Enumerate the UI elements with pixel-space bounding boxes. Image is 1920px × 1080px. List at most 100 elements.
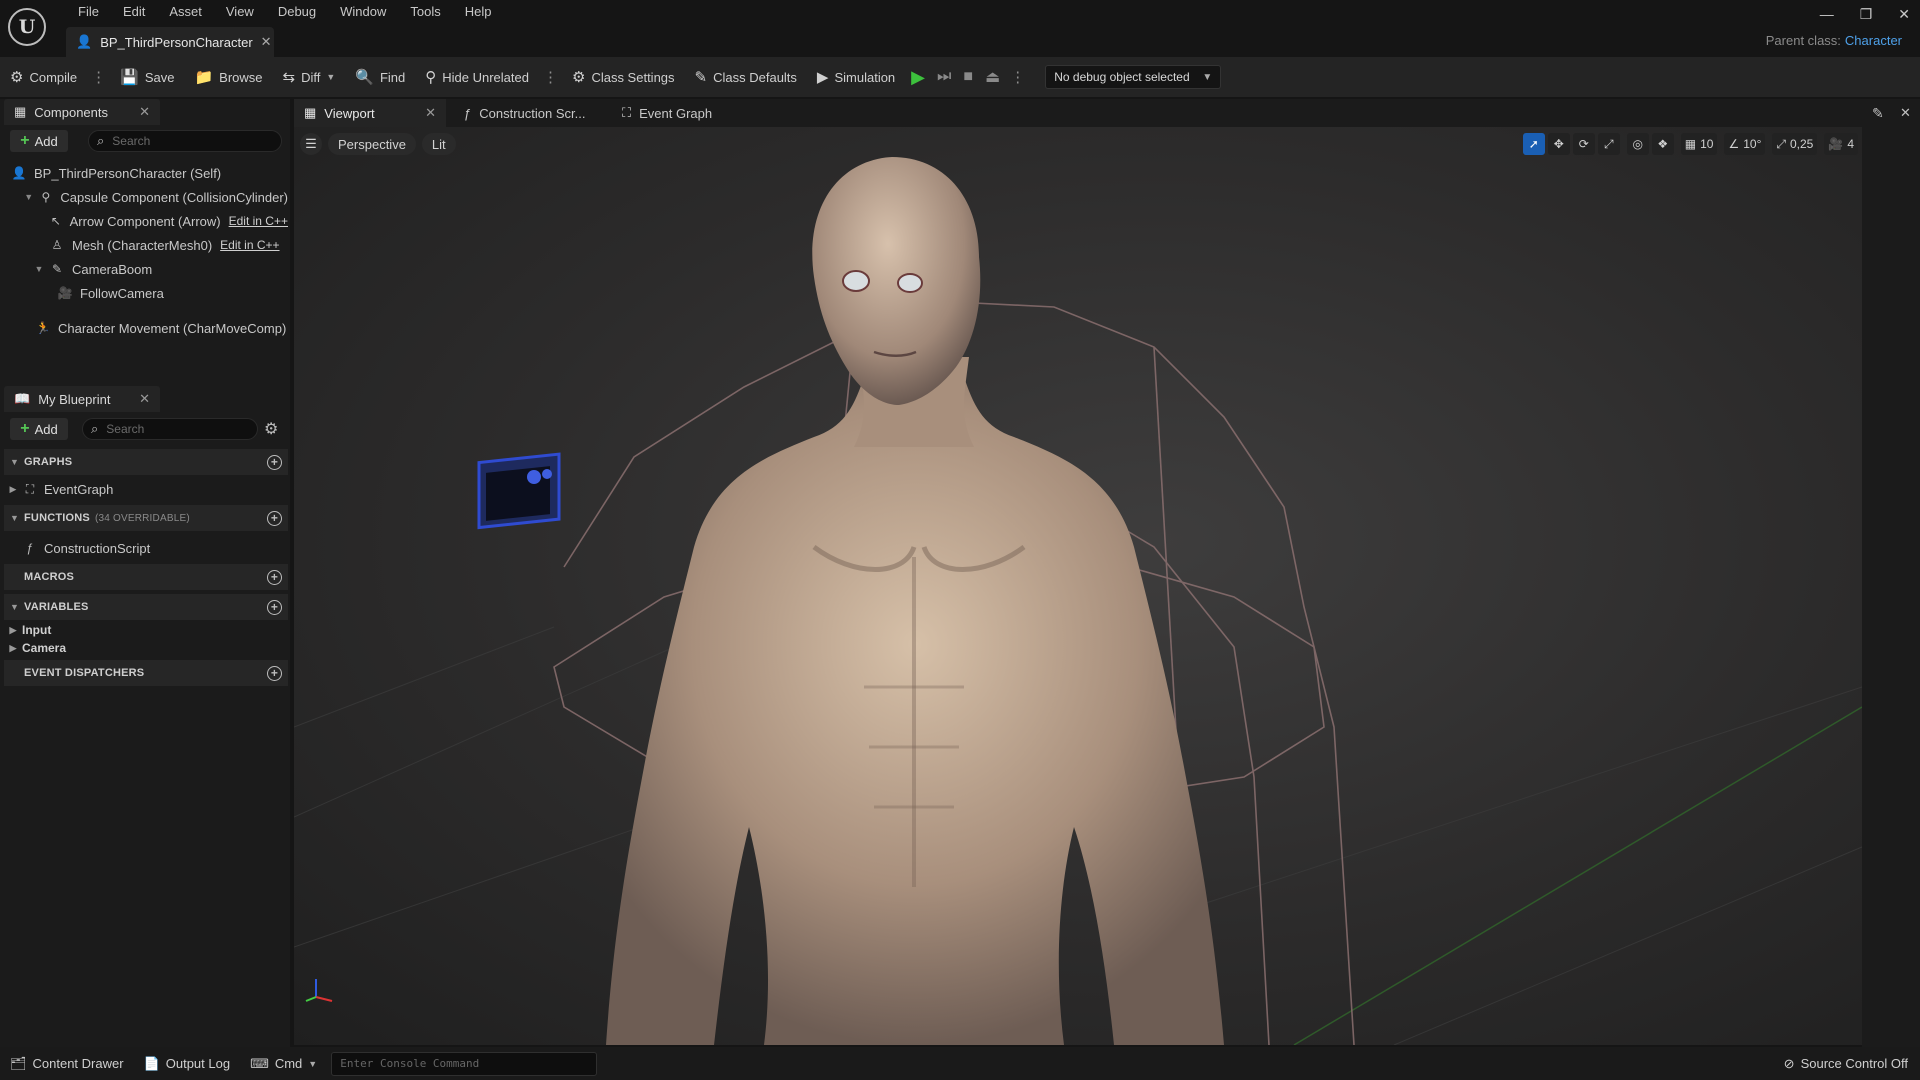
chevron-down-icon[interactable]: ▼ <box>24 192 33 202</box>
component-self[interactable]: 👤 BP_ThirdPersonCharacter (Self) <box>0 162 288 184</box>
components-tab[interactable]: ▦ Components ✕ <box>4 99 160 125</box>
variables-section[interactable]: ▼ VARIABLES + <box>4 594 288 620</box>
class-defaults-button[interactable]: ✎ Class Defaults <box>685 57 807 97</box>
chevron-right-icon[interactable]: ▶ <box>8 484 18 495</box>
surface-snap-icon[interactable]: ❖ <box>1651 133 1674 155</box>
hamburger-menu-icon[interactable]: ☰ <box>300 133 322 155</box>
component-mesh[interactable]: ♙ Mesh (CharacterMesh0) Edit in C++ <box>0 234 288 256</box>
view-mode-button[interactable]: Perspective <box>328 133 416 155</box>
camera-speed-button[interactable]: 🎥 4 <box>1824 133 1858 155</box>
browse-button[interactable]: 📁 Browse <box>184 57 272 97</box>
menu-debug[interactable]: Debug <box>266 3 328 21</box>
menu-file[interactable]: File <box>66 3 111 21</box>
graphs-section[interactable]: ▼ GRAPHS + <box>4 449 288 475</box>
restore-icon[interactable]: ❐ <box>1860 6 1873 23</box>
content-drawer-button[interactable]: 🗂 Content Drawer <box>0 1047 134 1080</box>
event-dispatchers-section[interactable]: EVENT DISPATCHERS + <box>4 660 288 686</box>
edit-in-cpp-link[interactable]: Edit in C++ <box>220 238 279 252</box>
hide-unrelated-options-icon[interactable]: ⋮ <box>539 68 562 86</box>
variable-category-camera[interactable]: ▶ Camera <box>4 637 288 659</box>
play-options-icon[interactable]: ⋮ <box>1006 68 1029 86</box>
close-tab-icon[interactable]: ✕ <box>425 105 436 121</box>
tab-event-graph[interactable]: ⛶ Event Graph <box>612 99 752 127</box>
unreal-logo-icon[interactable]: U <box>8 8 46 46</box>
viewport[interactable]: ☰ Perspective Lit ➚ ✥ ⟳ ⤢ ◎ ❖ ▦ 10 ∠ 10° ⤢… <box>294 127 1862 1045</box>
search-icon: ⌕ <box>97 133 105 148</box>
world-local-icon[interactable]: ◎ <box>1626 133 1649 155</box>
menu-edit[interactable]: Edit <box>111 3 157 21</box>
minimize-icon[interactable]: — <box>1820 6 1834 23</box>
component-arrow[interactable]: ↖ Arrow Component (Arrow) Edit in C++ <box>0 210 288 232</box>
stop-icon[interactable]: ■ <box>957 68 979 86</box>
document-tab[interactable]: 👤 BP_ThirdPersonCharacter ✕ <box>66 27 274 57</box>
menu-view[interactable]: View <box>214 3 266 21</box>
menu-tools[interactable]: Tools <box>398 3 452 21</box>
edit-in-cpp-link[interactable]: Edit in C++ <box>229 214 288 228</box>
class-settings-button[interactable]: ⚙ Class Settings <box>562 57 685 97</box>
save-button[interactable]: 💾 Save <box>110 57 184 97</box>
play-icon[interactable]: ▶ <box>905 67 931 88</box>
add-function-icon[interactable]: + <box>267 510 282 526</box>
scale-tool-icon[interactable]: ⤢ <box>1597 133 1620 155</box>
pencil-icon[interactable]: ✎ <box>1872 105 1884 122</box>
component-cameraboom[interactable]: ▼ ✎ CameraBoom <box>0 258 288 280</box>
eject-icon[interactable]: ⏏ <box>979 67 1006 87</box>
rotate-tool-icon[interactable]: ⟳ <box>1572 133 1595 155</box>
settings-gear-icon[interactable]: ⚙ <box>264 419 278 439</box>
add-variable-icon[interactable]: + <box>267 599 282 615</box>
menu-asset[interactable]: Asset <box>157 3 214 21</box>
component-capsule[interactable]: ▼ ⚲ Capsule Component (CollisionCylinder… <box>0 186 288 208</box>
find-button[interactable]: 🔍 Find <box>345 57 415 97</box>
menu-window[interactable]: Window <box>328 3 398 21</box>
close-tab-icon[interactable]: ✕ <box>261 34 272 50</box>
my-blueprint-tab[interactable]: 📖 My Blueprint ✕ <box>4 386 160 412</box>
functions-section[interactable]: ▼ FUNCTIONS (34 OVERRIDABLE) + <box>4 505 288 531</box>
add-graph-icon[interactable]: + <box>267 454 282 470</box>
graph-item-eventgraph[interactable]: ▶ ⛶ EventGraph <box>4 478 288 500</box>
grid-snap-toggle[interactable]: ▦ 10 <box>1680 133 1718 155</box>
cmd-dropdown[interactable]: ⌨ Cmd ▼ <box>240 1047 327 1080</box>
console-command-input[interactable]: Enter Console Command <box>331 1051 598 1076</box>
components-add-button[interactable]: + Add <box>10 130 68 152</box>
tab-construction-script[interactable]: ƒ Construction Scr... <box>454 99 604 127</box>
close-icon[interactable]: ✕ <box>1898 6 1910 23</box>
menu-help[interactable]: Help <box>453 3 504 21</box>
lit-mode-button[interactable]: Lit <box>421 133 456 155</box>
components-search-input[interactable]: ⌕ Search <box>88 130 282 152</box>
chevron-right-icon[interactable]: ▶ <box>8 643 18 654</box>
simulation-button[interactable]: ▶ Simulation <box>807 57 905 97</box>
add-dispatcher-icon[interactable]: + <box>267 665 282 681</box>
chevron-down-icon[interactable]: ▼ <box>34 264 44 274</box>
tab-viewport[interactable]: ▦ Viewport ✕ <box>294 99 446 127</box>
scale-snap-toggle[interactable]: ⤢ 0,25 <box>1772 133 1818 155</box>
close-panel-icon[interactable]: ✕ <box>139 104 150 120</box>
my-blueprint-search-input[interactable]: ⌕ Search <box>82 418 258 440</box>
follow-camera-gizmo[interactable] <box>477 452 561 530</box>
macros-section[interactable]: MACROS + <box>4 564 288 590</box>
parent-class-link[interactable]: Character <box>1845 33 1902 48</box>
close-panel-icon[interactable]: ✕ <box>139 391 150 407</box>
step-icon[interactable]: ⏭ <box>931 68 957 86</box>
output-log-button[interactable]: 📄 Output Log <box>134 1047 241 1080</box>
component-followcamera[interactable]: 🎥 FollowCamera <box>0 282 288 304</box>
rotation-snap-toggle[interactable]: ∠ 10° <box>1724 133 1766 155</box>
translate-tool-icon[interactable]: ✥ <box>1547 133 1570 155</box>
status-bar: 🗂 Content Drawer 📄 Output Log ⌨ Cmd ▼ Enter … <box>0 1047 1920 1080</box>
skeletal-mesh-icon: ♙ <box>51 238 63 252</box>
debug-object-dropdown[interactable]: No debug object selected ▼ <box>1045 65 1222 89</box>
hide-unrelated-button[interactable]: ⚲ Hide Unrelated <box>415 57 539 97</box>
select-tool-icon[interactable]: ➚ <box>1522 133 1545 155</box>
y-axis-line <box>1293 706 1862 1045</box>
close-icon[interactable]: ✕ <box>1900 105 1911 121</box>
diff-button[interactable]: ⇆ Diff ▼ <box>273 57 346 97</box>
compile-options-icon[interactable]: ⋮ <box>87 68 110 86</box>
source-control-button[interactable]: ⊘ Source Control Off <box>1784 1056 1908 1072</box>
my-blueprint-add-button[interactable]: + Add <box>10 418 68 440</box>
chevron-right-icon[interactable]: ▶ <box>8 625 18 636</box>
function-item-constructionscript[interactable]: ƒ ConstructionScript <box>4 537 288 559</box>
class-settings-label: Class Settings <box>591 69 675 85</box>
compile-button[interactable]: ⚙ Compile <box>0 57 87 97</box>
component-charmove[interactable]: 🏃 Character Movement (CharMoveComp) <box>0 317 288 339</box>
character-mesh[interactable] <box>606 157 1224 1045</box>
add-macro-icon[interactable]: + <box>267 569 282 585</box>
